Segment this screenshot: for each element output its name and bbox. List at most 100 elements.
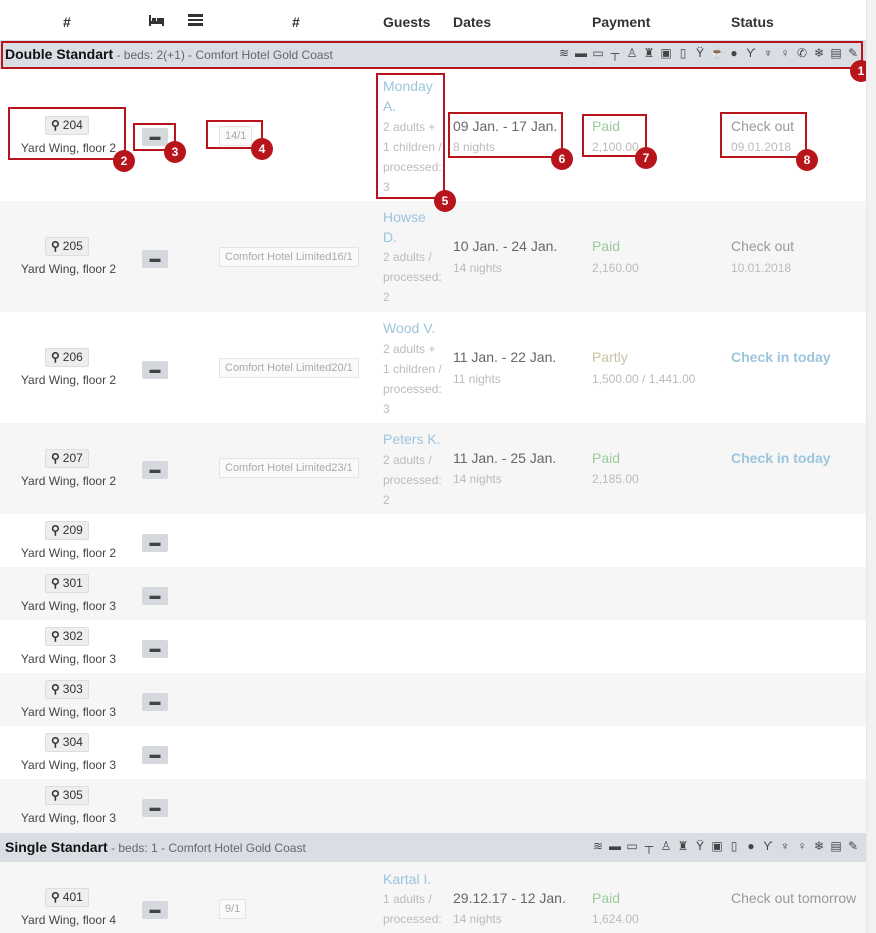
booking-nights: 14 nights — [453, 261, 502, 275]
guest-name-link[interactable]: Howse D. — [383, 207, 443, 247]
booking-dates: 11 Jan. - 25 Jan. — [453, 450, 557, 466]
toilet-icon: ♀ — [797, 839, 807, 853]
safe-icon: ▣ — [711, 839, 723, 853]
header-booking-number: # — [292, 14, 300, 30]
bed-button[interactable]: ▬ — [142, 640, 168, 658]
coat-icon: ♜ — [677, 839, 689, 853]
booking-nights: 14 nights — [453, 472, 502, 486]
room-location: Yard Wing, floor 2 — [20, 546, 117, 560]
room-number-button[interactable]: ⚲ 304 — [45, 733, 89, 752]
table-row[interactable]: ⚲ 303 Yard Wing, floor 3 ▬ — [0, 673, 866, 726]
guest-name-link[interactable]: Peters K. — [383, 429, 441, 449]
booking-status[interactable]: Check in today — [731, 450, 831, 466]
booking-status[interactable]: Check out — [731, 238, 794, 254]
header-dates: Dates — [453, 14, 492, 30]
booking-number[interactable]: Comfort Hotel Limited20/1 — [219, 358, 359, 378]
table-row[interactable]: ⚲ 207 Yard Wing, floor 2 ▬ Comfort Hotel … — [0, 423, 866, 514]
table-header: # # Guests Dates Payment Status — [0, 0, 866, 42]
booking-status[interactable]: Check in today — [731, 349, 831, 365]
room-location: Yard Wing, floor 3 — [20, 811, 117, 825]
bed-button[interactable]: ▬ — [142, 461, 168, 479]
bed-button[interactable]: ▬ — [142, 901, 168, 919]
booking-dates: 29.12.17 - 12 Jan. — [453, 890, 566, 906]
table-row[interactable]: ⚲ 302 Yard Wing, floor 3 ▬ — [0, 620, 866, 673]
wrench-icon: ✎ — [847, 839, 859, 853]
lamp-icon: Ÿ — [695, 839, 704, 853]
room-number-button[interactable]: ⚲ 301 — [45, 574, 89, 593]
bed-button[interactable]: ▬ — [142, 746, 168, 764]
booking-status[interactable]: Check out tomorrow — [731, 890, 856, 906]
room-location: Yard Wing, floor 3 — [20, 705, 117, 719]
payment-status[interactable]: Paid — [592, 238, 620, 254]
vertical-scrollbar[interactable] — [866, 0, 876, 933]
bed-button[interactable]: ▬ — [142, 250, 168, 268]
search-icon: ⚲ — [51, 735, 60, 749]
search-icon: ⚲ — [51, 239, 60, 253]
aircon-icon: ❄ — [813, 839, 825, 853]
payment-amount: 1,624.00 — [592, 912, 639, 926]
guest-info: 2 adults + 1 children / processed: 3 — [383, 342, 442, 416]
shower-icon: ♆ — [780, 839, 790, 853]
payment-status[interactable]: Paid — [592, 450, 620, 466]
bed-icon[interactable] — [148, 13, 165, 30]
room-number-button[interactable]: ⚲ 209 — [45, 521, 89, 540]
bed-button[interactable]: ▬ — [142, 361, 168, 379]
annotation-badge: 8 — [796, 149, 818, 171]
guest-info: 1 adults / processed: — [383, 892, 442, 926]
bed-button[interactable]: ▬ — [142, 587, 168, 605]
payment-amount: 2,185.00 — [592, 472, 639, 486]
annotation-badge: 6 — [551, 148, 573, 170]
room-location: Yard Wing, floor 2 — [20, 373, 117, 387]
search-icon: ⚲ — [51, 629, 60, 643]
table-row[interactable]: ⚲ 301 Yard Wing, floor 3 ▬ — [0, 567, 866, 620]
header-guests: Guests — [383, 14, 431, 30]
booking-number[interactable]: Comfort Hotel Limited16/1 — [219, 247, 359, 267]
annotation-badge: 7 — [635, 147, 657, 169]
guest-info: 2 adults / processed: 2 — [383, 250, 442, 304]
room-type-name: Single Standart - beds: 1 - Comfort Hote… — [5, 839, 306, 855]
status-date: 10.01.2018 — [731, 261, 792, 275]
room-location: Yard Wing, floor 3 — [20, 599, 117, 613]
table-row[interactable]: ⚲ 205 Yard Wing, floor 2 ▬ Comfort Hotel … — [0, 201, 866, 312]
annotation-box — [8, 107, 126, 160]
table-row[interactable]: ⚲ 209 Yard Wing, floor 2 ▬ — [0, 514, 866, 567]
list-icon[interactable] — [188, 13, 203, 30]
room-location: Yard Wing, floor 4 — [20, 913, 117, 927]
room-location: Yard Wing, floor 2 — [20, 474, 117, 488]
room-type-bar-single[interactable]: Single Standart - beds: 1 - Comfort Hote… — [0, 833, 866, 862]
booking-number[interactable]: 9/1 — [219, 899, 247, 919]
booking-nights: 11 nights — [453, 372, 501, 386]
annotation-box — [1, 41, 863, 69]
guest-name-link[interactable]: Kartal I. — [383, 869, 431, 889]
guest-info: 2 adults / processed: 2 — [383, 453, 442, 507]
table-row[interactable]: ⚲ 206 Yard Wing, floor 2 ▬ Comfort Hotel … — [0, 312, 866, 423]
window-icon: ▤ — [830, 839, 842, 853]
bed-button[interactable]: ▬ — [142, 693, 168, 711]
room-number-button[interactable]: ⚲ 207 — [45, 449, 89, 468]
tv-icon: ▭ — [626, 839, 638, 853]
booking-number[interactable]: Comfort Hotel Limited23/1 — [219, 458, 359, 478]
table-row[interactable]: ⚲ 304 Yard Wing, floor 3 ▬ — [0, 726, 866, 779]
room-number-button[interactable]: ⚲ 303 — [45, 680, 89, 699]
table-row[interactable]: ⚲ 305 Yard Wing, floor 3 ▬ — [0, 779, 866, 833]
room-number-button[interactable]: ⚲ 206 — [45, 348, 89, 367]
bed-button[interactable]: ▬ — [142, 799, 168, 817]
guest-name-link[interactable]: Wood V. — [383, 318, 435, 338]
room-number-button[interactable]: ⚲ 302 — [45, 627, 89, 646]
search-icon: ⚲ — [51, 523, 60, 537]
hairdryer-icon: ϒ — [763, 839, 773, 853]
room-number-button[interactable]: ⚲ 401 — [45, 888, 89, 907]
bed-icon: ▬ — [609, 839, 621, 853]
payment-status[interactable]: Partly — [592, 349, 628, 365]
room-number-button[interactable]: ⚲ 205 — [45, 237, 89, 256]
search-icon: ⚲ — [51, 890, 60, 904]
annotation-badge: 4 — [251, 138, 273, 160]
table-row[interactable]: ⚲ 401 Yard Wing, floor 4 ▬ 9/1 Kartal I. … — [0, 862, 866, 933]
fruit-icon: ● — [747, 839, 755, 853]
room-number-button[interactable]: ⚲ 305 — [45, 786, 89, 805]
booking-table: # # Guests Dates Payment Status Double S… — [0, 0, 866, 933]
search-icon: ⚲ — [51, 576, 60, 590]
room-location: Yard Wing, floor 3 — [20, 758, 117, 772]
bed-button[interactable]: ▬ — [142, 534, 168, 552]
payment-status[interactable]: Paid — [592, 890, 620, 906]
